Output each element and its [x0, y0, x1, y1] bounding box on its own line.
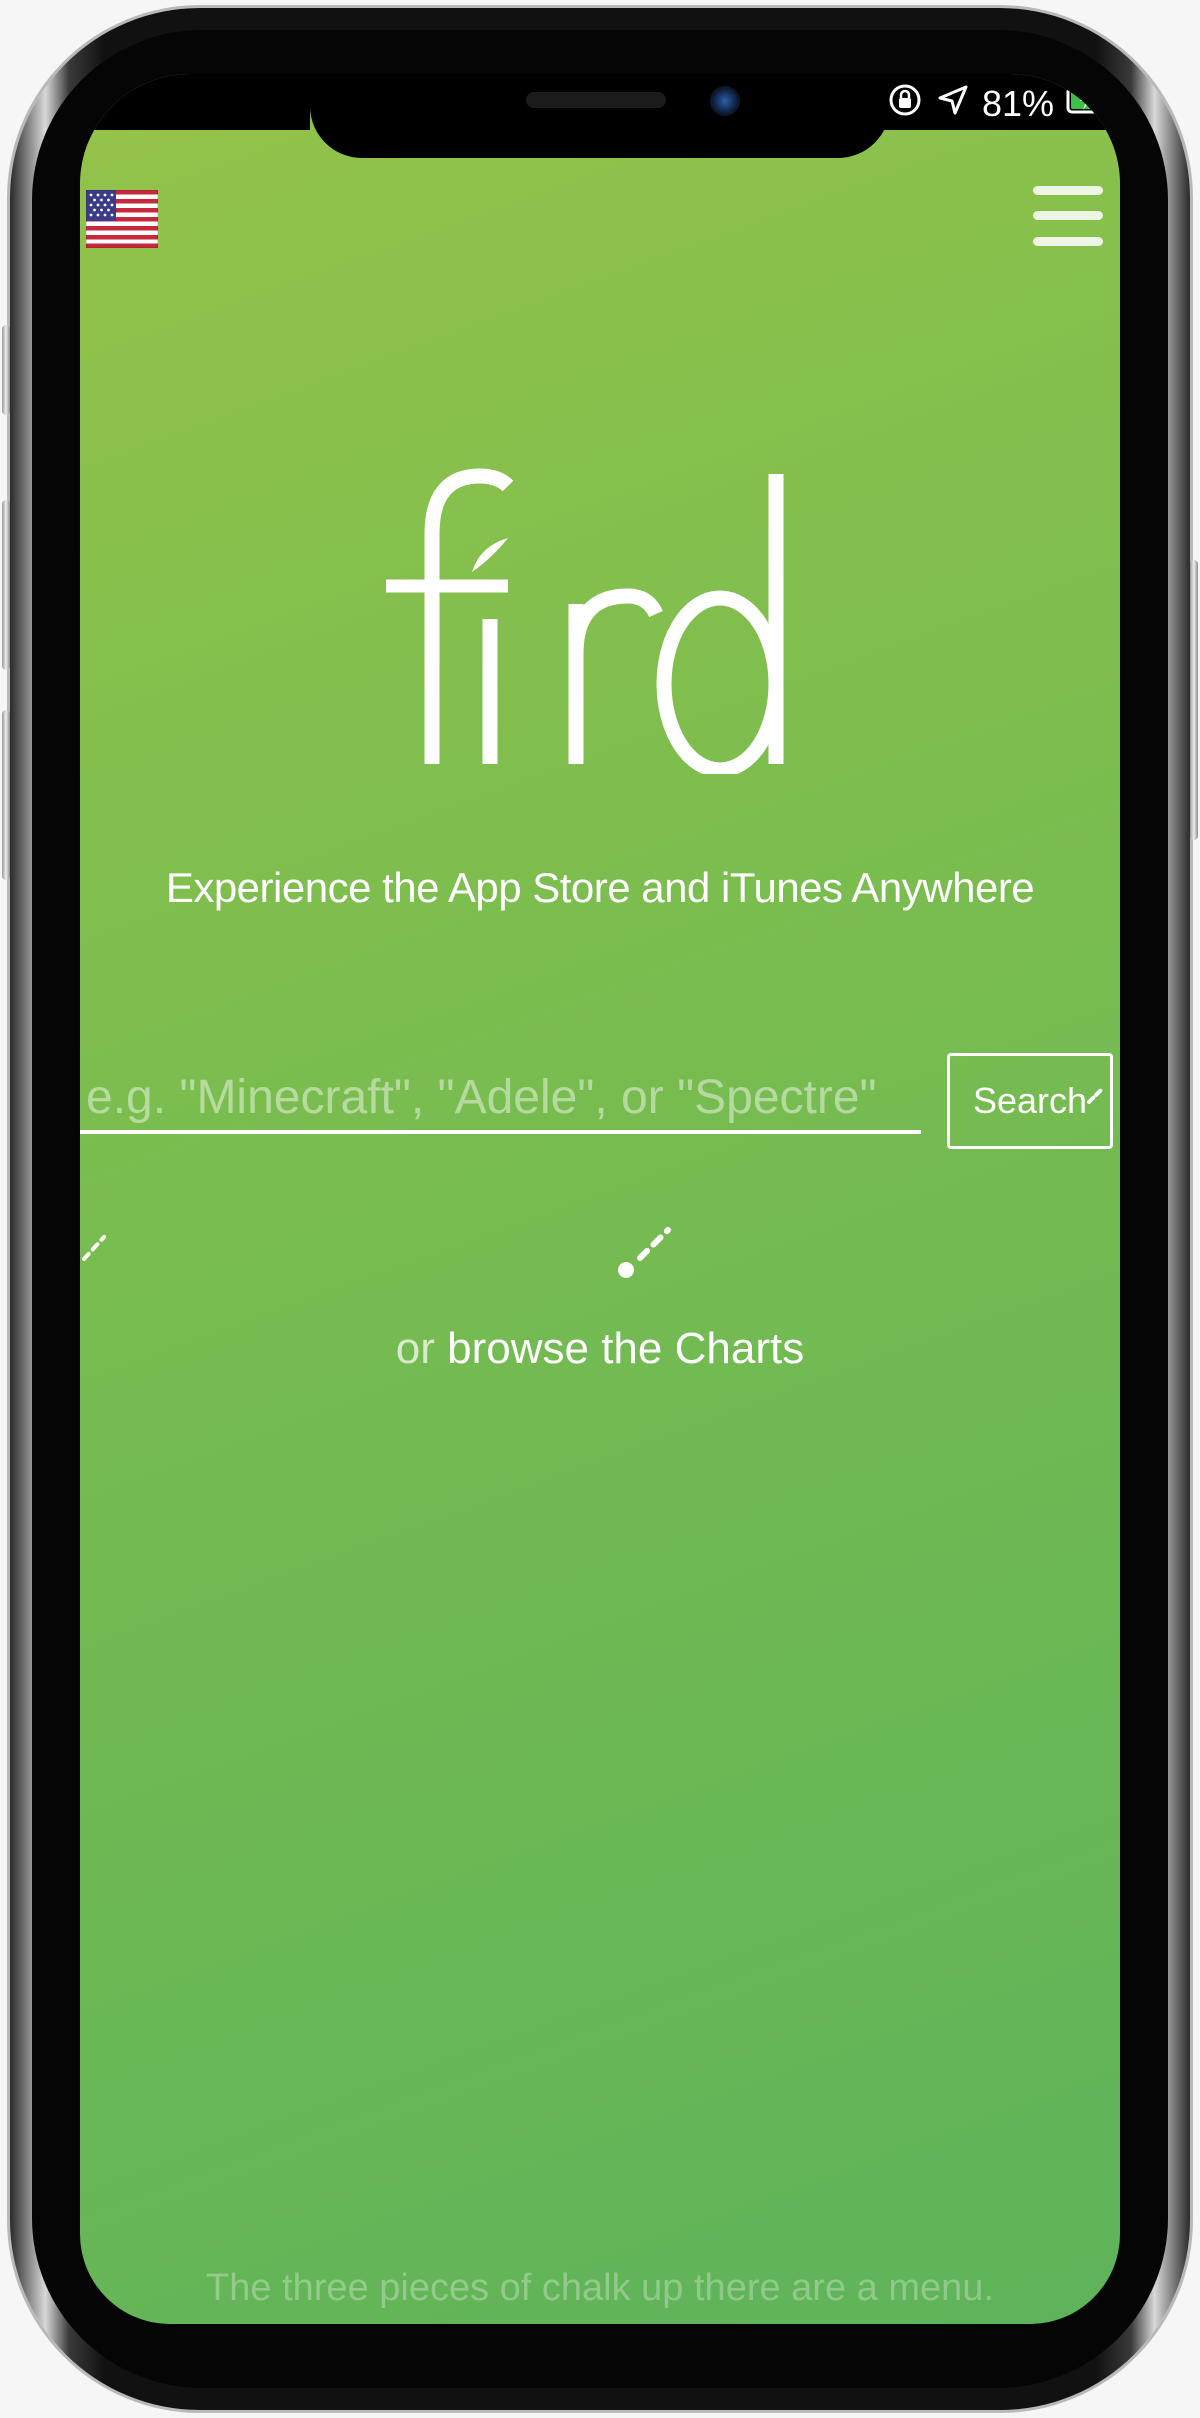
notch [310, 74, 890, 158]
battery-charging-icon [1066, 82, 1108, 127]
browse-prefix: or [395, 1324, 435, 1373]
app-screen: 81% Experience the App Store and iTunes … [80, 74, 1120, 2324]
browse-charts: or browse the Charts [80, 1324, 1120, 1374]
side-button-volume-down [2, 710, 10, 880]
us-flag-icon[interactable] [85, 189, 159, 249]
chalk-mark-icon [82, 1235, 106, 1261]
tagline: Experience the App Store and iTunes Anyw… [165, 864, 1035, 911]
status-bar-background [80, 74, 310, 130]
side-button-volume-up [2, 500, 10, 670]
chalk-mark-icon [618, 1227, 671, 1278]
search-input[interactable] [80, 1064, 921, 1134]
speaker-grille [526, 92, 666, 108]
menu-hint-text: The three pieces of chalk up there are a… [206, 2267, 994, 2309]
location-arrow-icon [936, 83, 970, 126]
battery-percent: 81% [981, 83, 1054, 124]
hamburger-menu-icon[interactable] [1033, 182, 1103, 250]
chalk-mark-icon [1087, 1086, 1105, 1104]
status-bar: 81% [886, 78, 1108, 130]
find-logo [380, 454, 820, 778]
rotation-lock-icon [886, 81, 924, 128]
side-button-mute [2, 325, 10, 415]
browse-charts-link[interactable]: browse the Charts [447, 1324, 804, 1373]
front-camera [710, 86, 740, 116]
side-button-power [1190, 560, 1198, 840]
